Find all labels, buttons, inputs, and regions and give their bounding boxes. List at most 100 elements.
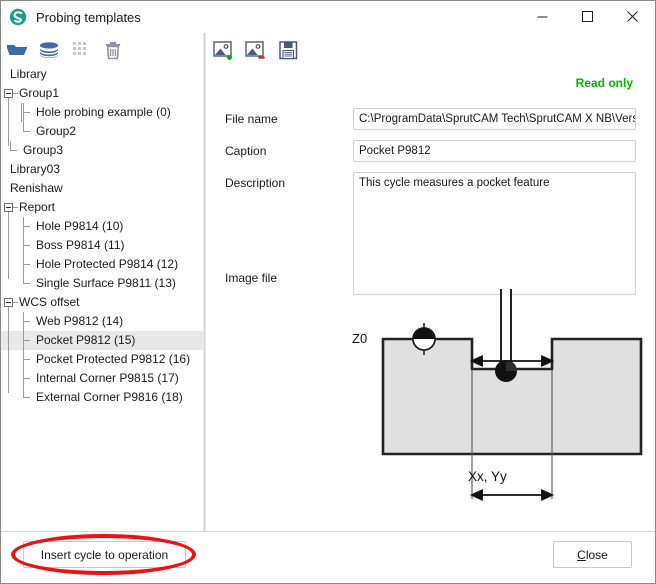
tree-connector: [23, 112, 30, 113]
trash-icon: [106, 41, 120, 59]
library-button[interactable]: [33, 35, 65, 65]
close-button[interactable]: [610, 1, 655, 32]
tree-item[interactable]: Group3: [1, 141, 203, 160]
tree-item[interactable]: Hole P9814 (10): [1, 217, 203, 236]
tree-item-label: WCS offset: [19, 295, 80, 309]
tree-item-label: Pocket P9812 (15): [36, 333, 136, 347]
minimize-button[interactable]: [520, 1, 565, 32]
caption-input[interactable]: Pocket P9812: [353, 140, 636, 162]
tree-connector: [23, 264, 30, 265]
tree-item[interactable]: Library03: [1, 160, 203, 179]
read-only-badge: Read only: [575, 76, 633, 90]
tree-item[interactable]: Renishaw: [1, 179, 203, 198]
image-preview: Z0 Xx, Yy: [338, 268, 655, 524]
tree-item[interactable]: Library: [1, 65, 203, 84]
delete-button[interactable]: [97, 35, 129, 65]
tree-connector: [8, 212, 9, 279]
save-icon: [278, 40, 297, 59]
maximize-button[interactable]: [565, 1, 610, 32]
tree-connector: [8, 307, 9, 393]
tree-item-label: Renishaw: [10, 181, 63, 195]
tree-item-label: Hole Protected P9814 (12): [36, 257, 179, 271]
tree-connector: [23, 245, 30, 246]
tree-connector: [13, 93, 18, 94]
tree-item-label: Group1: [19, 86, 60, 100]
tree-expander-icon[interactable]: [4, 203, 13, 212]
window-controls: [520, 1, 655, 32]
close-label-rest: lose: [585, 547, 608, 562]
details-pane: Read only File name C:\ProgramData\Sprut…: [208, 67, 655, 531]
file-name-label: File name: [225, 112, 278, 126]
library-toolbar: [1, 33, 204, 67]
tree-item-label: Group3: [23, 143, 64, 157]
tree-item[interactable]: Group2: [1, 122, 203, 141]
tree-connector: [23, 340, 30, 341]
grid-button: [65, 35, 97, 65]
tree-item[interactable]: Group1: [1, 84, 203, 103]
maximize-icon: [582, 11, 593, 22]
title-bar: Probing templates: [1, 1, 655, 33]
save-button[interactable]: [272, 35, 304, 65]
tree-item-label: Hole P9814 (10): [36, 219, 124, 233]
tree-item[interactable]: Pocket Protected P9812 (16): [1, 350, 203, 369]
tree-item[interactable]: Hole probing example (0): [1, 103, 203, 122]
tree-item[interactable]: Single Surface P9811 (13): [1, 274, 203, 293]
tree-connector: [13, 207, 18, 208]
tree-item[interactable]: Report: [1, 198, 203, 217]
tree-item[interactable]: External Corner P9816 (18): [1, 388, 203, 407]
z0-label: Z0: [352, 331, 367, 346]
library-stack-icon: [40, 42, 58, 58]
caption-label: Caption: [225, 144, 267, 158]
tree-item-label: Report: [19, 200, 56, 214]
close-icon: [627, 11, 638, 22]
probe-stylus: [495, 268, 517, 382]
tree-item[interactable]: Web P9812 (14): [1, 312, 203, 331]
tree-connector: [23, 226, 30, 227]
add-image-icon: [213, 41, 233, 60]
remove-image-icon: [245, 41, 265, 59]
dialog-footer: Insert cycle to operation Close: [1, 531, 655, 583]
tree-connector: [23, 131, 30, 132]
tree-item[interactable]: Boss P9814 (11): [1, 236, 203, 255]
tree-expander-icon[interactable]: [4, 89, 13, 98]
template-tree[interactable]: Library Group1 Hole probing example (0) Gro…: [1, 65, 203, 531]
tree-connector: [23, 321, 30, 322]
tree-connector: [23, 397, 30, 398]
tree-item[interactable]: Pocket P9812 (15): [1, 331, 203, 350]
xy-dimension: Xx, Yy: [468, 469, 555, 502]
xy-dimension-label: Xx, Yy: [468, 469, 507, 484]
sprutcam-logo-icon: [9, 8, 27, 26]
tree-item-label: Pocket Protected P9812 (16): [36, 352, 191, 366]
tree-item-label: Internal Corner P9815 (17): [36, 371, 179, 385]
tree-connector: [8, 98, 9, 146]
open-folder-button[interactable]: [1, 35, 33, 65]
tree-item-label: Web P9812 (14): [36, 314, 124, 328]
pane-divider: [204, 33, 205, 533]
image-file-label: Image file: [225, 271, 278, 285]
description-textarea[interactable]: This cycle measures a pocket feature: [353, 172, 636, 295]
description-label: Description: [225, 176, 286, 190]
minimize-icon: [537, 16, 548, 18]
tree-item-label: Group2: [36, 124, 77, 138]
tree-item-label: Library03: [10, 162, 61, 176]
tree-item[interactable]: Internal Corner P9815 (17): [1, 369, 203, 388]
tree-connector: [13, 302, 18, 303]
tree-connector: [23, 378, 30, 379]
file-name-input[interactable]: C:\ProgramData\SprutCAM Tech\SprutCAM X …: [353, 108, 636, 130]
close-accel-char: C: [577, 547, 586, 562]
tree-connector: [23, 359, 30, 360]
window-title: Probing templates: [36, 9, 141, 25]
close-dialog-button[interactable]: Close: [553, 541, 632, 568]
tree-item-label: Single Surface P9811 (13): [36, 276, 176, 290]
tree-item[interactable]: Hole Protected P9814 (12): [1, 255, 203, 274]
remove-image-button[interactable]: [240, 35, 272, 65]
tree-expander-icon[interactable]: [4, 298, 13, 307]
tree-item-label: Boss P9814 (11): [36, 238, 125, 252]
open-folder-icon: [7, 45, 27, 55]
insert-cycle-button[interactable]: Insert cycle to operation: [23, 541, 186, 568]
grid-icon: [73, 42, 86, 55]
add-image-button[interactable]: [208, 35, 240, 65]
probing-templates-window: Probing templates Library Group1 Hole pr…: [0, 0, 656, 584]
tree-item-label: Hole probing example (0): [36, 105, 171, 119]
tree-item[interactable]: WCS offset: [1, 293, 203, 312]
